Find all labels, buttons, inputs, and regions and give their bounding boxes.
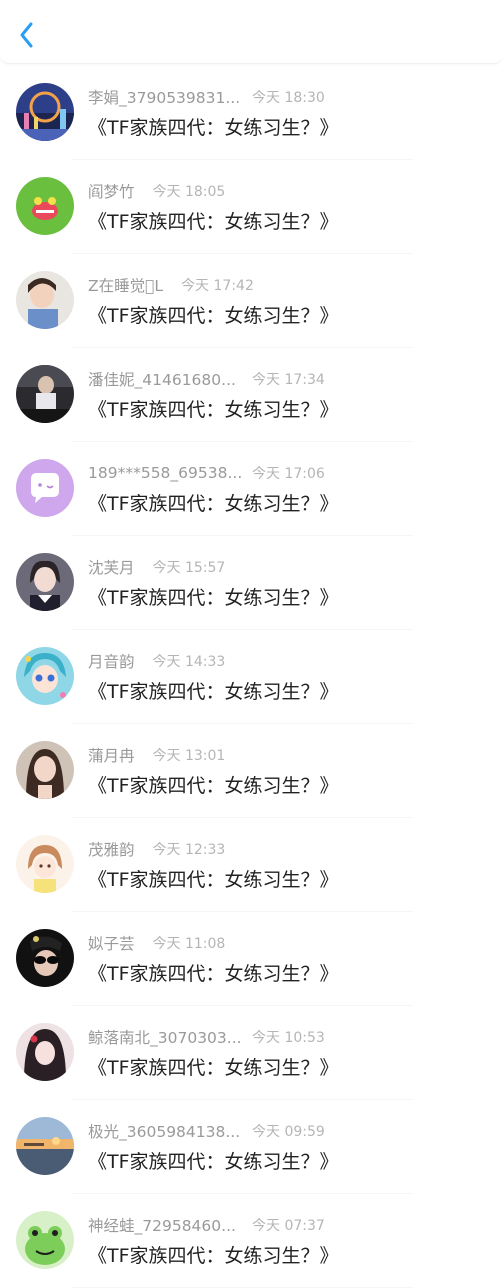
message-time: 今天 07:37 bbox=[252, 1218, 325, 1234]
message-text: 《TF家族四代：女练习生？》 bbox=[88, 963, 339, 985]
girl-photo-avatar[interactable] bbox=[16, 553, 74, 611]
message-meta: 蒲月冉 今天 13:01 bbox=[88, 744, 225, 766]
message-text: 《TF家族四代：女练习生？》 bbox=[88, 117, 339, 139]
list-item[interactable]: Z在睡觉 L 今天 17:42 《TF家族四代：女练习生？》 bbox=[0, 254, 503, 348]
message-time: 今天 18:05 bbox=[152, 184, 226, 200]
message-meta: 月音韵 今天 14:33 bbox=[88, 650, 225, 672]
message-time: 今天 12:33 bbox=[152, 842, 226, 858]
message-text: 《TF家族四代：女练习生？》 bbox=[88, 869, 339, 891]
list-item[interactable]: 茂雅韵 今天 12:33 《TF家族四代：女练习生？》 bbox=[0, 818, 503, 912]
sunset-beach-avatar[interactable] bbox=[16, 1117, 74, 1175]
sender-name: 鲸落南北_3070303... bbox=[88, 1029, 242, 1047]
message-meta: 极光_3605984138... 今天 09:59 bbox=[88, 1120, 325, 1142]
sender-name: 李娟_3790539831... bbox=[88, 89, 241, 107]
sender-name: 极光_3605984138... bbox=[88, 1123, 241, 1141]
cartoon-girl-avatar[interactable] bbox=[16, 835, 74, 893]
message-text: 《TF家族四代：女练习生？》 bbox=[88, 211, 339, 233]
green-frog-avatar[interactable] bbox=[16, 1211, 74, 1269]
city-skyline-avatar[interactable] bbox=[16, 83, 74, 141]
sender-name: 189***558_69538... bbox=[88, 464, 243, 482]
sender-name: 月音韵 bbox=[88, 653, 135, 671]
message-meta: 鲸落南北_3070303... 今天 10:53 bbox=[88, 1026, 325, 1048]
girl-portrait-avatar[interactable] bbox=[16, 741, 74, 799]
list-item[interactable]: 鲸落南北_3070303... 今天 10:53 《TF家族四代：女练习生？》 bbox=[0, 1006, 503, 1100]
message-meta: 沈芙月 今天 15:57 bbox=[88, 556, 225, 578]
message-time: 今天 17:34 bbox=[252, 372, 325, 388]
message-time: 今天 17:06 bbox=[252, 466, 325, 482]
message-meta: 姒子芸 今天 11:08 bbox=[88, 932, 225, 954]
message-meta: Z在睡觉 L 今天 17:42 bbox=[88, 274, 254, 296]
message-meta: 阎梦竹 今天 18:05 bbox=[88, 180, 225, 202]
list-item[interactable]: 沈芙月 今天 15:57 《TF家族四代：女练习生？》 bbox=[0, 536, 503, 630]
message-meta: 茂雅韵 今天 12:33 bbox=[88, 838, 225, 860]
sender-name: 潘佳妮_41461680... bbox=[88, 371, 236, 389]
message-time: 今天 13:01 bbox=[152, 748, 226, 764]
sender-name: 神经蛙_72958460... bbox=[88, 1217, 236, 1235]
top-bar bbox=[0, 0, 503, 64]
message-time: 今天 15:57 bbox=[152, 560, 226, 576]
message-meta: 189***558_69538... 今天 17:06 bbox=[88, 462, 325, 484]
message-meta: 潘佳妮_41461680... 今天 17:34 bbox=[88, 368, 325, 390]
sender-name: 茂雅韵 bbox=[88, 841, 135, 859]
message-meta: 李娟_3790539831... 今天 18:30 bbox=[88, 86, 325, 108]
piano-photo-avatar[interactable] bbox=[16, 365, 74, 423]
list-item[interactable]: 神经蛙_72958460... 今天 07:37 《TF家族四代：女练习生？》 bbox=[0, 1194, 503, 1288]
sender-name: Z在睡觉 L bbox=[88, 277, 164, 295]
message-text: 《TF家族四代：女练习生？》 bbox=[88, 1245, 339, 1267]
message-meta: 神经蛙_72958460... 今天 07:37 bbox=[88, 1214, 325, 1236]
message-time: 今天 17:42 bbox=[181, 278, 254, 294]
message-time: 今天 10:53 bbox=[252, 1030, 325, 1046]
message-text: 《TF家族四代：女练习生？》 bbox=[88, 681, 339, 703]
list-item[interactable]: 蒲月冉 今天 13:01 《TF家族四代：女练习生？》 bbox=[0, 724, 503, 818]
child-photo-avatar[interactable] bbox=[16, 271, 74, 329]
message-list: 李娟_3790539831... 今天 18:30 《TF家族四代：女练习生？》… bbox=[0, 66, 503, 1288]
list-item[interactable]: 姒子芸 今天 11:08 《TF家族四代：女练习生？》 bbox=[0, 912, 503, 1006]
message-time: 今天 18:30 bbox=[252, 90, 325, 106]
message-time: 今天 09:59 bbox=[252, 1124, 325, 1140]
chevron-left-icon bbox=[20, 22, 33, 48]
list-item[interactable]: 189***558_69538... 今天 17:06 《TF家族四代：女练习生… bbox=[0, 442, 503, 536]
back-button[interactable] bbox=[10, 18, 44, 52]
anime-girl-avatar[interactable] bbox=[16, 647, 74, 705]
sender-name: 阎梦竹 bbox=[88, 183, 135, 201]
list-item[interactable]: 极光_3605984138... 今天 09:59 《TF家族四代：女练习生？》 bbox=[0, 1100, 503, 1194]
list-item[interactable]: 潘佳妮_41461680... 今天 17:34 《TF家族四代：女练习生？》 bbox=[0, 348, 503, 442]
sunglasses-girl-avatar[interactable] bbox=[16, 929, 74, 987]
message-time: 今天 14:33 bbox=[152, 654, 226, 670]
message-text: 《TF家族四代：女练习生？》 bbox=[88, 305, 339, 327]
sender-name: 蒲月冉 bbox=[88, 747, 135, 765]
dark-hair-girl-avatar[interactable] bbox=[16, 1023, 74, 1081]
message-text: 《TF家族四代：女练习生？》 bbox=[88, 587, 339, 609]
sender-name: 姒子芸 bbox=[88, 935, 135, 953]
list-item[interactable]: 阎梦竹 今天 18:05 《TF家族四代：女练习生？》 bbox=[0, 160, 503, 254]
message-text: 《TF家族四代：女练习生？》 bbox=[88, 775, 339, 797]
message-text: 《TF家族四代：女练习生？》 bbox=[88, 493, 339, 515]
message-text: 《TF家族四代：女练习生？》 bbox=[88, 399, 339, 421]
message-text: 《TF家族四代：女练习生？》 bbox=[88, 1057, 339, 1079]
list-item[interactable]: 月音韵 今天 14:33 《TF家族四代：女练习生？》 bbox=[0, 630, 503, 724]
green-cartoon-avatar[interactable] bbox=[16, 177, 74, 235]
list-item[interactable]: 李娟_3790539831... 今天 18:30 《TF家族四代：女练习生？》 bbox=[0, 66, 503, 160]
sender-name: 沈芙月 bbox=[88, 559, 135, 577]
message-time: 今天 11:08 bbox=[152, 936, 226, 952]
purple-chat-avatar[interactable] bbox=[16, 459, 74, 517]
message-text: 《TF家族四代：女练习生？》 bbox=[88, 1151, 339, 1173]
